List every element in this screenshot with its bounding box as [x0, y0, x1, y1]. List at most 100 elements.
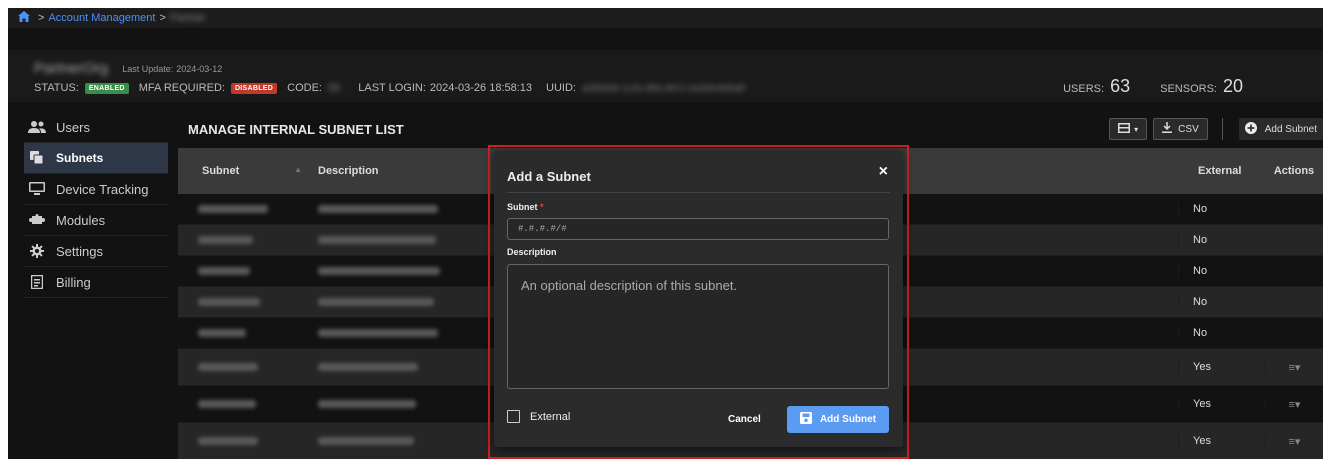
breadcrumb-separator: > [38, 12, 45, 24]
chevron-down-icon: ▾ [1134, 124, 1139, 134]
external-cell: Yes [1178, 361, 1265, 373]
users-icon [28, 120, 46, 134]
add-subnet-label: Add Subnet [1264, 123, 1317, 135]
description-textarea[interactable]: An optional description of this subnet. [507, 264, 889, 389]
breadcrumb-account-management[interactable]: Account Management [48, 12, 155, 24]
breadcrumb-current: Partner [169, 12, 206, 24]
page-title: MANAGE INTERNAL SUBNET LIST [188, 122, 404, 137]
columns-button[interactable]: ▾ [1109, 118, 1148, 140]
account-header: PartnerOrg Last Update: 2024-03-12 STATU… [8, 50, 1323, 102]
close-icon[interactable]: × [879, 163, 888, 181]
row-actions-menu[interactable]: ≡▾ [1265, 397, 1323, 411]
table-toolbar: ▾ CSV Add Subnet [1103, 118, 1323, 140]
subnet-cell [178, 435, 318, 447]
external-cell: No [1178, 265, 1265, 277]
subnet-value [198, 298, 260, 307]
description-value [318, 329, 438, 338]
cancel-button[interactable]: Cancel [728, 414, 761, 425]
account-stats: USERS: 63 SENSORS: 20 [1063, 76, 1243, 97]
sensors-count: 20 [1222, 76, 1243, 96]
column-actions: Actions [1273, 165, 1315, 177]
description-value [318, 236, 436, 245]
sidebar-item-subnets[interactable]: Subnets [24, 143, 168, 174]
subnet-cell [178, 361, 318, 373]
external-cell: No [1178, 203, 1265, 215]
sidebar-item-label: Modules [56, 212, 106, 228]
plus-circle-icon [1244, 121, 1257, 137]
subnet-input[interactable]: #.#.#.#/# [507, 218, 889, 240]
sidebar-item-billing[interactable]: Billing [24, 267, 168, 298]
last-update-value: 2024-03-12 [176, 63, 223, 74]
account-name: PartnerOrg [34, 60, 109, 77]
app-window: > Account Management > Partner PartnerOr… [8, 8, 1323, 459]
external-cell: Yes [1178, 435, 1265, 447]
toolbar-divider [1221, 118, 1223, 140]
status-label: STATUS: [34, 82, 79, 94]
description-field-label: Description [507, 247, 557, 257]
monitor-icon [28, 182, 46, 196]
mfa-label: MFA REQUIRED: [138, 82, 225, 94]
subnet-cell [178, 296, 318, 308]
sidebar-item-device-tracking[interactable]: Device Tracking [24, 174, 168, 205]
subnets-icon [28, 151, 46, 165]
csv-label: CSV [1178, 123, 1199, 135]
sidebar-item-label: Billing [56, 274, 91, 290]
subnet-cell [178, 327, 318, 339]
description-value [318, 267, 440, 276]
breadcrumb-separator: > [159, 12, 166, 24]
row-actions-menu[interactable]: ≡▾ [1265, 360, 1323, 374]
code-label: CODE: [287, 82, 322, 94]
description-value [318, 363, 418, 372]
dialog-title: Add a Subnet [507, 169, 591, 184]
sidebar-item-modules[interactable]: Modules [24, 205, 168, 236]
sidebar-item-label: Settings [56, 243, 103, 259]
required-mark: * [540, 202, 544, 212]
sidebar-item-label: Users [56, 119, 90, 135]
sort-asc-icon: ▲ [294, 165, 302, 174]
subnet-label-text: Subnet [507, 202, 538, 212]
external-cell: No [1178, 296, 1265, 308]
sidebar: Users Subnets Device Tracking Modules Se… [24, 112, 168, 298]
sidebar-item-users[interactable]: Users [24, 112, 168, 143]
subnet-value [198, 236, 253, 245]
breadcrumb: > Account Management > Partner [8, 8, 1323, 28]
add-subnet-submit-label: Add Subnet [819, 414, 877, 425]
csv-export-button[interactable]: CSV [1153, 118, 1208, 140]
checkbox-box[interactable] [507, 410, 520, 423]
subnet-cell [178, 265, 318, 277]
external-label: External [530, 410, 571, 423]
save-icon [799, 412, 812, 427]
uuid-label: UUID: [546, 82, 576, 94]
columns-icon [1118, 122, 1131, 136]
subnet-value [198, 329, 246, 338]
last-login-label: LAST LOGIN: [358, 82, 426, 94]
subnet-cell [178, 398, 318, 410]
mfa-badge: DISABLED [230, 82, 278, 94]
subnet-cell [178, 203, 318, 215]
external-cell: Yes [1178, 398, 1265, 410]
add-subnet-submit-button[interactable]: Add Subnet [787, 406, 889, 433]
subnet-value [198, 437, 258, 446]
home-icon[interactable] [18, 11, 30, 25]
subnet-value [198, 205, 268, 214]
gear-icon [28, 244, 46, 258]
external-cell: No [1178, 327, 1265, 339]
add-subnet-button[interactable]: Add Subnet [1238, 118, 1323, 140]
sidebar-item-settings[interactable]: Settings [24, 236, 168, 267]
last-login-value: 2024-03-26 18:58:13 [429, 82, 533, 94]
status-badge: ENABLED [84, 82, 129, 94]
add-subnet-dialog: Add a Subnet × Subnet * #.#.#.#/# Descri… [494, 151, 903, 447]
row-actions-menu[interactable]: ≡▾ [1265, 434, 1323, 448]
column-external[interactable]: External [1178, 165, 1265, 177]
puzzle-icon [28, 213, 46, 227]
description-value [318, 298, 434, 307]
uuid-value: a1f0b3d2-1c2e-4f5a-9b7c-1e2d3c4b5a6f [582, 83, 746, 93]
subnet-cell [178, 234, 318, 246]
external-checkbox[interactable]: External [507, 410, 570, 423]
sidebar-item-label: Device Tracking [56, 181, 149, 197]
column-subnet[interactable]: Subnet ▲ [178, 165, 318, 177]
sensors-label: SENSORS: [1160, 83, 1217, 95]
users-label: USERS: [1063, 83, 1105, 95]
sidebar-item-label: Subnets [56, 151, 104, 165]
description-value [318, 205, 438, 214]
